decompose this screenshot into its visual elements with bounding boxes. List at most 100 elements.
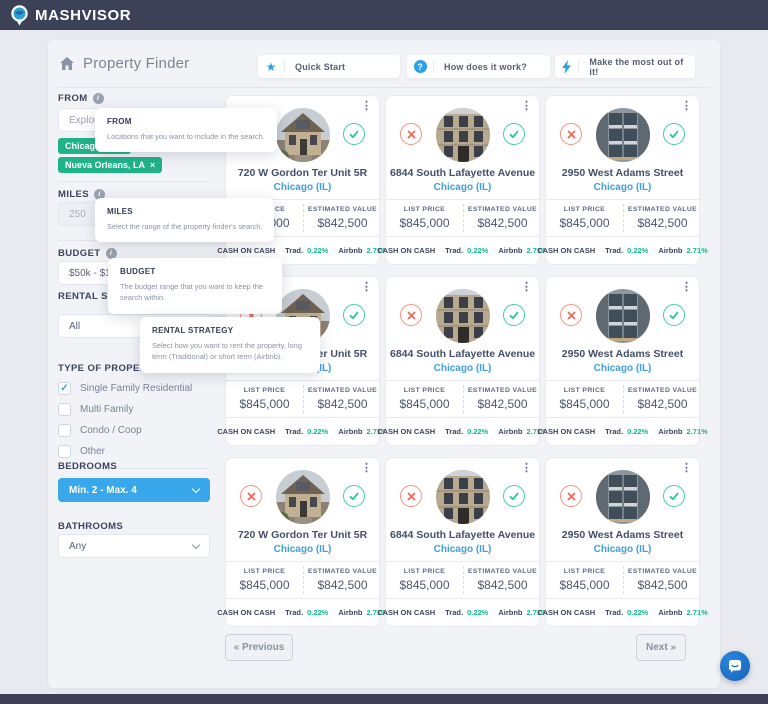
price-table: LIST PRICE $845,000 ESTIMATED VALUE $842… — [386, 380, 541, 418]
estimated-value-label: ESTIMATED VALUE — [624, 387, 701, 394]
property-address[interactable]: 2950 West Adams Street — [550, 348, 695, 360]
property-city-link[interactable]: Chicago (IL) — [390, 182, 535, 193]
how-does-it-work-button[interactable]: ? How does it work? — [407, 55, 550, 78]
reject-property-icon[interactable] — [400, 123, 422, 145]
property-photo[interactable] — [596, 470, 650, 524]
reject-property-icon[interactable] — [400, 485, 422, 507]
property-photo[interactable] — [436, 108, 490, 162]
property-photo[interactable] — [596, 108, 650, 162]
list-price-label: LIST PRICE — [386, 206, 463, 213]
estimated-value-value: $842,500 — [624, 397, 701, 411]
header-divider — [58, 87, 710, 88]
accept-property-icon[interactable] — [663, 304, 685, 326]
accept-property-icon[interactable] — [503, 123, 525, 145]
price-table: LIST PRICE $845,000 ESTIMATED VALUE $842… — [226, 380, 381, 418]
property-address[interactable]: 720 W Gordon Ter Unit 5R — [230, 167, 375, 179]
property-city-link[interactable]: Chicago (IL) — [550, 182, 695, 193]
checkbox-icon[interactable] — [58, 424, 71, 437]
kebab-menu-icon[interactable]: ⋮ — [681, 282, 692, 293]
checkbox-icon[interactable]: ✓ — [58, 382, 71, 395]
estimated-value-value: $842,500 — [304, 397, 381, 411]
property-address[interactable]: 6844 South Lafayette Avenue — [390, 167, 535, 179]
property-city-link[interactable]: Chicago (IL) — [550, 363, 695, 374]
list-price-value: $845,000 — [226, 578, 303, 592]
property-city-link[interactable]: Chicago (IL) — [230, 182, 375, 193]
list-price-label: LIST PRICE — [386, 387, 463, 394]
previous-page-button[interactable]: « Previous — [225, 634, 293, 661]
reject-property-icon[interactable] — [560, 123, 582, 145]
price-table: LIST PRICE $845,000 ESTIMATED VALUE $842… — [386, 561, 541, 599]
trad-coc-value: 0.22% — [307, 608, 328, 617]
kebab-menu-icon[interactable]: ⋮ — [681, 463, 692, 474]
accept-property-icon[interactable] — [343, 123, 365, 145]
checkbox-icon[interactable] — [58, 403, 71, 416]
property-type-option[interactable]: ✓ Single Family Residential — [58, 378, 192, 399]
reject-property-icon[interactable] — [240, 485, 262, 507]
property-photo[interactable] — [276, 108, 330, 162]
accept-property-icon[interactable] — [343, 485, 365, 507]
kebab-menu-icon[interactable]: ⋮ — [521, 282, 532, 293]
kebab-menu-icon[interactable]: ⋮ — [681, 101, 692, 112]
cash-on-cash-row: CASH ON CASH Trad. 0.22% Airbnb 2.71% — [386, 608, 539, 617]
kebab-menu-icon[interactable]: ⋮ — [361, 282, 372, 293]
property-address[interactable]: 6844 South Lafayette Avenue — [390, 348, 535, 360]
property-type-option[interactable]: Other — [58, 441, 192, 462]
property-city-link[interactable]: Chicago (IL) — [390, 544, 535, 555]
price-table: LIST PRICE $845,000 ESTIMATED VALUE $842… — [226, 561, 381, 599]
accept-property-icon[interactable] — [663, 123, 685, 145]
price-table: LIST PRICE $845,000 ESTIMATED VALUE $842… — [546, 380, 701, 418]
property-type-option[interactable]: Multi Family — [58, 399, 192, 420]
accept-property-icon[interactable] — [663, 485, 685, 507]
property-type-option[interactable]: Condo / Coop — [58, 420, 192, 441]
chat-bubble-button[interactable] — [720, 651, 750, 681]
property-city-link[interactable]: Chicago (IL) — [230, 544, 375, 555]
property-photo[interactable] — [436, 470, 490, 524]
reject-property-icon[interactable] — [560, 304, 582, 326]
checkbox-icon[interactable] — [58, 445, 71, 458]
accept-property-icon[interactable] — [503, 485, 525, 507]
property-type-option-label: Multi Family — [80, 404, 133, 415]
next-page-button[interactable]: Next » — [636, 634, 686, 661]
brand-logo[interactable]: MASHVISOR — [10, 5, 131, 26]
cash-on-cash-row: CASH ON CASH Trad. 0.22% Airbnb 2.71% — [386, 427, 539, 436]
budget-label: BUDGET i — [58, 248, 117, 259]
accept-property-icon[interactable] — [343, 304, 365, 326]
list-price-value: $845,000 — [226, 397, 303, 411]
property-type-option-label: Condo / Coop — [80, 425, 142, 436]
property-type-option-label: Single Family Residential — [80, 383, 192, 394]
property-card: ⋮ 2950 West Adams Street Chicago (IL) LI… — [545, 95, 700, 265]
quick-start-button[interactable]: ★ Quick Start — [258, 55, 400, 78]
accept-property-icon[interactable] — [503, 304, 525, 326]
mashvisor-app: MASHVISOR Property Finder ★ Quick Start … — [0, 0, 768, 704]
kebab-menu-icon[interactable]: ⋮ — [521, 463, 532, 474]
cash-on-cash-row: CASH ON CASH Trad. 0.22% Airbnb 2.71% — [546, 246, 699, 255]
footer-bar — [0, 694, 768, 704]
property-address[interactable]: 6844 South Lafayette Avenue — [390, 529, 535, 541]
cash-on-cash-row: CASH ON CASH Trad. 0.22% Airbnb 2.71% — [226, 608, 379, 617]
property-city-link[interactable]: Chicago (IL) — [390, 363, 535, 374]
property-city-link[interactable]: Chicago (IL) — [550, 544, 695, 555]
remove-tag-icon[interactable]: × — [150, 160, 155, 170]
kebab-menu-icon[interactable]: ⋮ — [361, 101, 372, 112]
reject-property-icon[interactable] — [560, 485, 582, 507]
reject-property-icon[interactable] — [400, 304, 422, 326]
property-photo[interactable] — [276, 470, 330, 524]
property-type-option-label: Other — [80, 446, 105, 457]
bedrooms-select[interactable]: Min. 2 - Max. 4 — [58, 478, 210, 502]
property-photo[interactable] — [436, 289, 490, 343]
bathrooms-select[interactable]: Any — [58, 534, 210, 558]
kebab-menu-icon[interactable]: ⋮ — [521, 101, 532, 112]
kebab-menu-icon[interactable]: ⋮ — [361, 463, 372, 474]
property-address[interactable]: 2950 West Adams Street — [550, 167, 695, 179]
make-the-most-button[interactable]: Make the most out of it! — [555, 55, 695, 78]
trad-coc-value: 0.22% — [627, 608, 648, 617]
tooltip-budget: BUDGET The budget range that you want to… — [108, 258, 282, 314]
from-label: FROM i — [58, 93, 104, 104]
estimated-value-label: ESTIMATED VALUE — [464, 206, 541, 213]
property-address[interactable]: 2950 West Adams Street — [550, 529, 695, 541]
location-tag[interactable]: Nueva Orleans, LA × — [58, 157, 162, 173]
info-icon[interactable]: i — [93, 93, 104, 104]
list-price-value: $845,000 — [386, 216, 463, 230]
property-photo[interactable] — [596, 289, 650, 343]
property-address[interactable]: 720 W Gordon Ter Unit 5R — [230, 529, 375, 541]
